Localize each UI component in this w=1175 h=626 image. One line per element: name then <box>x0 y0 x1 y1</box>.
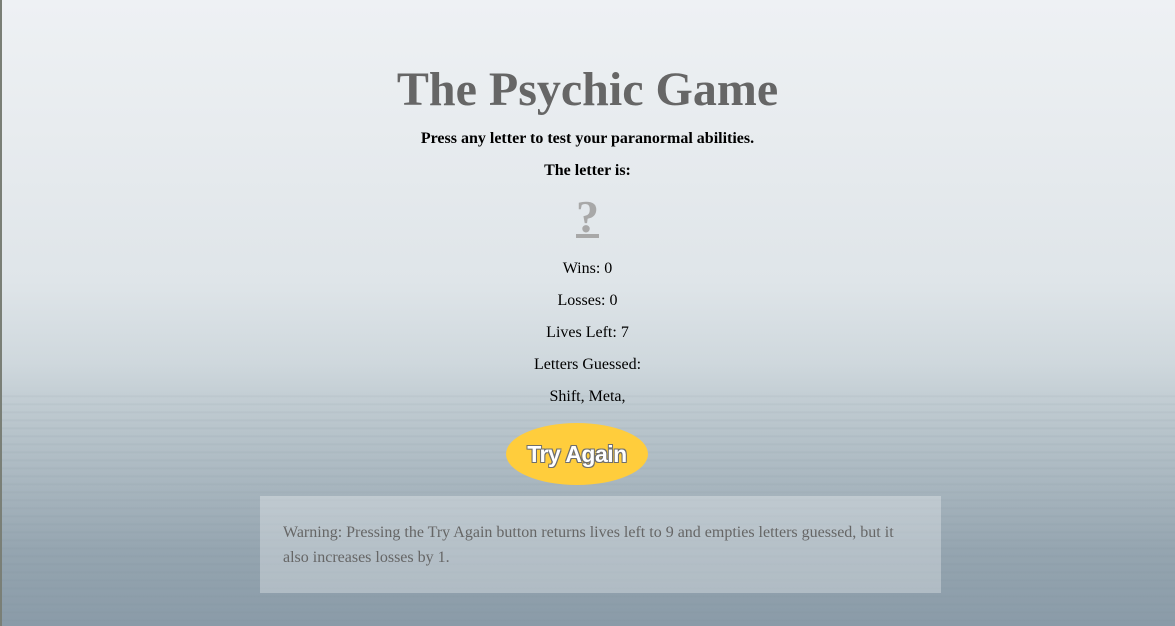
lives-left-counter: Lives Left: 7 <box>546 324 629 341</box>
mystery-letter-glyph: ? <box>576 191 599 242</box>
warning-text: Warning: Pressing the Try Again button r… <box>283 524 894 566</box>
letter-label: The letter is: <box>544 162 631 179</box>
page-title: The Psychic Game <box>396 63 779 116</box>
wins-counter: Wins: 0 <box>562 260 613 277</box>
losses-counter: Losses: 0 <box>557 292 618 309</box>
instructions-text: Press any letter to test your paranormal… <box>420 130 755 147</box>
try-again-button[interactable]: Try Again <box>506 423 648 485</box>
letters-guessed-value: Shift, Meta, <box>549 388 626 405</box>
warning-box: Warning: Pressing the Try Again button r… <box>260 496 941 593</box>
mystery-letter: ? <box>0 190 1175 244</box>
letters-guessed-label: Letters Guessed: <box>533 356 642 373</box>
